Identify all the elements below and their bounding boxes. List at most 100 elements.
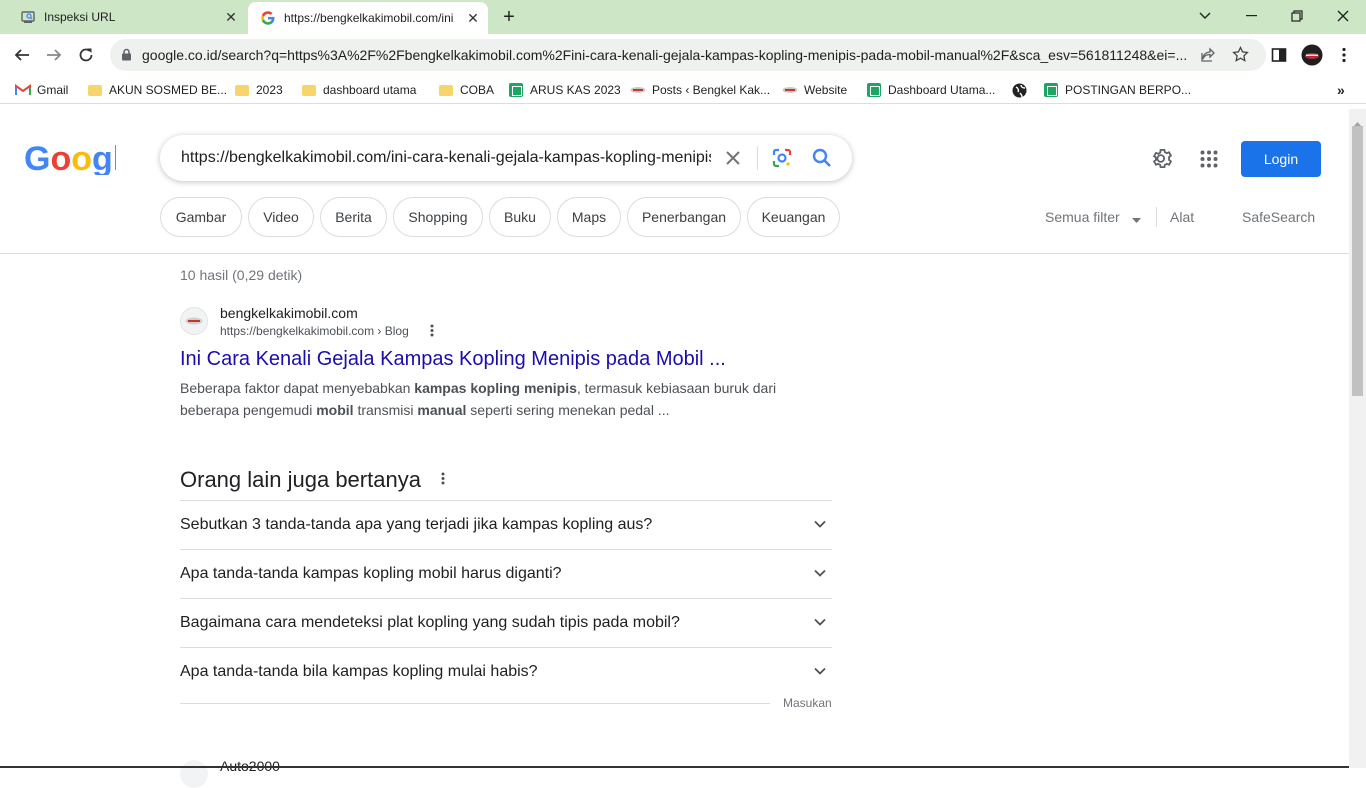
google-logo[interactable]: Google [24, 140, 141, 180]
search-console-icon [20, 9, 36, 25]
close-tab-icon[interactable]: ✕ [222, 8, 240, 26]
bookmark-gmail[interactable]: Gmail [15, 81, 68, 99]
next-result-favicon[interactable] [180, 760, 208, 788]
lock-icon[interactable] [121, 48, 132, 66]
paa-question-text: Apa tanda-tanda kampas kopling mobil har… [180, 565, 562, 582]
search-box[interactable]: https://bengkelkakimobil.com/ini-cara-ke… [160, 135, 852, 181]
google-lens-icon[interactable] [771, 147, 793, 174]
address-bar[interactable]: google.co.id/search?q=https%3A%2F%2Fbeng… [110, 39, 1266, 71]
tab-title: Inspeksi URL [44, 10, 116, 24]
folder-icon [301, 82, 317, 98]
back-icon[interactable] [10, 43, 34, 67]
paa-question[interactable]: Sebutkan 3 tanda-tanda apa yang terjadi … [180, 500, 832, 549]
bookmarks-bar: Gmail AKUN SOSMED BE... 2023 dashboard u… [0, 76, 1366, 104]
result-url-text: https://bengkelkakimobil.com › Blog [220, 324, 409, 338]
bookmark-label: AKUN SOSMED BE... [109, 83, 228, 97]
folder-icon [438, 82, 454, 98]
reload-icon[interactable] [74, 43, 98, 67]
chip-berita[interactable]: Berita [320, 197, 387, 237]
chip-maps[interactable]: Maps [557, 197, 621, 237]
site-favicon[interactable] [180, 307, 208, 335]
chip-buku[interactable]: Buku [489, 197, 551, 237]
dropdown-caret-icon [1131, 210, 1141, 226]
paa-title-text: Orang lain juga bertanya [180, 467, 421, 492]
chip-shopping[interactable]: Shopping [393, 197, 483, 237]
sheets-icon [1043, 82, 1059, 98]
new-tab-button[interactable]: + [498, 6, 520, 28]
bookmark-star-icon[interactable] [1232, 45, 1249, 68]
bookmark-label: COBA [460, 83, 495, 97]
side-panel-icon[interactable] [1267, 43, 1291, 67]
bookmark-globe[interactable] [1011, 81, 1033, 99]
tab-google-search[interactable]: https://bengkelkakimobil.com/ini ✕ [248, 2, 488, 34]
snippet-bold: kampas kopling menipis [414, 380, 577, 396]
result-more-options-icon[interactable] [430, 324, 434, 340]
bookmark-label: POSTINGAN BERPO... [1065, 83, 1192, 97]
chevron-down-icon [812, 663, 828, 679]
chip-penerbangan[interactable]: Penerbangan [627, 197, 741, 237]
paa-question-text: Bagaimana cara mendeteksi plat kopling y… [180, 614, 680, 631]
bookmark-postingan[interactable]: POSTINGAN BERPO... [1043, 81, 1191, 99]
paa-section-title: Orang lain juga bertanya [180, 465, 445, 493]
minimize-icon[interactable] [1240, 4, 1264, 28]
bookmark-posts-bengkel[interactable]: Posts ‹ Bengkel Kak... [630, 81, 770, 99]
bookmark-akun-sosmed[interactable]: AKUN SOSMED BE... [87, 81, 227, 99]
result-url[interactable]: https://bengkelkakimobil.com › Blog [220, 324, 434, 340]
more-bookmarks-icon[interactable]: » [1337, 81, 1345, 99]
paa-question[interactable]: Apa tanda-tanda kampas kopling mobil har… [180, 549, 832, 598]
bookmark-label: 2023 [256, 83, 283, 97]
browser-menu-icon[interactable] [1332, 43, 1356, 67]
chevron-down-icon [812, 614, 828, 630]
paa-question[interactable]: Bagaimana cara mendeteksi plat kopling y… [180, 598, 832, 647]
snippet-text: transmisi [353, 402, 418, 418]
bookmark-dashboard-utama[interactable]: dashboard utama [301, 81, 416, 99]
clear-search-icon[interactable] [725, 150, 741, 171]
bookmark-dashboard-utama-sheet[interactable]: Dashboard Utama... [866, 81, 995, 99]
url-text[interactable]: google.co.id/search?q=https%3A%2F%2Fbeng… [142, 47, 1192, 63]
bookmark-website[interactable]: Website [782, 81, 847, 99]
close-tab-icon[interactable]: ✕ [464, 9, 482, 27]
bookmark-arus-kas[interactable]: ARUS KAS 2023 [508, 81, 621, 99]
bookmark-2023[interactable]: 2023 [234, 81, 283, 99]
tab-inspeksi-url[interactable]: Inspeksi URL ✕ [10, 0, 246, 34]
all-filters-label: Semua filter [1045, 209, 1120, 225]
feedback-link[interactable]: Masukan [783, 696, 832, 710]
bookmark-label: Gmail [37, 83, 69, 97]
result-snippet: Beberapa faktor dapat menyebabkan kampas… [180, 377, 800, 421]
safesearch-button[interactable]: SafeSearch [1242, 209, 1315, 225]
profile-avatar[interactable] [1300, 43, 1324, 67]
google-g-icon [260, 10, 276, 26]
tab-strip: Inspeksi URL ✕ https://bengkelkakimobil.… [0, 0, 1366, 34]
chip-keuangan[interactable]: Keuangan [747, 197, 840, 237]
tools-button[interactable]: Alat [1170, 209, 1194, 225]
search-icon[interactable] [812, 148, 832, 173]
tab-title: https://bengkelkakimobil.com/ini [284, 11, 454, 25]
close-window-icon[interactable] [1331, 4, 1355, 28]
tab-search-chevron-icon[interactable] [1193, 4, 1217, 28]
tools-divider [1156, 207, 1157, 227]
result-title-link[interactable]: Ini Cara Kenali Gejala Kampas Kopling Me… [180, 348, 726, 371]
all-filters-dropdown[interactable]: Semua filter [1045, 209, 1141, 226]
share-icon[interactable] [1200, 47, 1216, 68]
restore-icon[interactable] [1285, 4, 1309, 28]
forward-icon[interactable] [42, 43, 66, 67]
bookmark-label: Dashboard Utama... [888, 83, 996, 97]
bookmark-label: Posts ‹ Bengkel Kak... [652, 83, 771, 97]
svg-text:Google: Google [24, 141, 116, 175]
bookmark-label: dashboard utama [323, 83, 417, 97]
search-input[interactable]: https://bengkelkakimobil.com/ini-cara-ke… [181, 149, 711, 167]
header-divider [0, 253, 1349, 254]
site-icon [782, 82, 798, 98]
bookmark-coba[interactable]: COBA [438, 81, 494, 99]
paa-question[interactable]: Apa tanda-tanda bila kampas kopling mula… [180, 647, 832, 696]
page-scrollbar[interactable] [1349, 109, 1366, 768]
chip-video[interactable]: Video [248, 197, 314, 237]
scroll-thumb[interactable] [1352, 126, 1363, 396]
chip-gambar[interactable]: Gambar [160, 197, 242, 237]
login-button[interactable]: Login [1241, 141, 1321, 177]
google-apps-icon[interactable] [1200, 150, 1218, 173]
result-site-name[interactable]: bengkelkakimobil.com [220, 305, 358, 321]
paa-more-options-icon[interactable] [441, 465, 445, 491]
result-stats: 10 hasil (0,29 detik) [180, 267, 303, 283]
settings-gear-icon[interactable] [1151, 147, 1174, 175]
